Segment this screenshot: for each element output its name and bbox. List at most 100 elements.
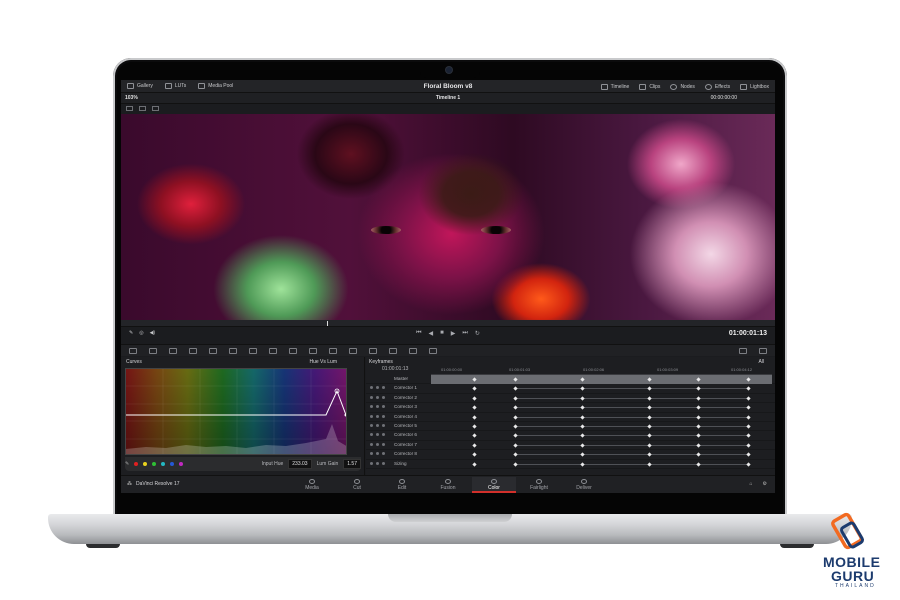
row-toggle-icon[interactable]	[370, 405, 373, 409]
row-toggle-icon[interactable]	[376, 433, 379, 437]
keyframe-row[interactable]: Corrector 7	[366, 441, 775, 451]
keyframe-marker[interactable]	[513, 452, 518, 457]
keyframe-marker[interactable]	[472, 405, 477, 410]
keyframe-track[interactable]	[431, 460, 772, 469]
keyframe-marker[interactable]	[696, 386, 701, 392]
swatch-magenta[interactable]	[179, 462, 184, 466]
settings-gear-icon[interactable]: ⚙	[763, 481, 767, 487]
row-toggle-icon[interactable]	[370, 461, 373, 465]
row-controls[interactable]	[370, 386, 385, 390]
keyframe-marker[interactable]	[647, 443, 652, 448]
keyframe-marker[interactable]	[647, 414, 652, 420]
keyframe-marker[interactable]	[647, 452, 652, 457]
row-toggle-icon[interactable]	[376, 414, 379, 418]
keyframe-marker[interactable]	[696, 452, 701, 457]
tab-edit[interactable]: Edit	[380, 477, 424, 493]
keyframe-marker[interactable]	[513, 377, 518, 382]
keyframe-row-master[interactable]: Master	[366, 375, 775, 385]
keyframe-marker[interactable]	[746, 452, 751, 457]
row-controls[interactable]	[370, 452, 385, 456]
row-toggle-icon[interactable]	[370, 423, 373, 427]
keyframe-marker[interactable]	[580, 386, 585, 392]
scrubber-playhead[interactable]	[327, 321, 328, 326]
toolbar-luts-button[interactable]: LUTs	[164, 83, 186, 89]
color-wheels-icon[interactable]	[169, 347, 177, 354]
swatch-yellow[interactable]	[143, 462, 148, 466]
keyframe-track[interactable]	[431, 403, 772, 412]
keyframe-marker[interactable]	[580, 433, 585, 438]
keyframe-track[interactable]	[431, 384, 772, 393]
row-controls[interactable]	[370, 433, 385, 437]
keyframe-marker[interactable]	[696, 377, 701, 382]
layout-icon[interactable]	[126, 106, 133, 111]
curve-mode-dropdown[interactable]: Hue Vs Lum	[309, 359, 337, 365]
loop-icon[interactable]: ↻	[475, 330, 480, 337]
row-toggle-icon[interactable]	[382, 442, 385, 446]
motion-effects-icon[interactable]	[229, 347, 237, 354]
keyframe-marker[interactable]	[696, 433, 701, 438]
tab-media[interactable]: Media	[290, 477, 334, 493]
hdr-icon[interactable]	[189, 347, 197, 354]
keyframe-marker[interactable]	[696, 461, 701, 467]
row-toggle-icon[interactable]	[382, 461, 385, 465]
play-icon[interactable]: ▶	[451, 330, 456, 337]
keyframe-marker[interactable]	[580, 452, 585, 457]
tab-fusion[interactable]: Fusion	[426, 477, 470, 493]
row-controls[interactable]	[370, 423, 385, 427]
row-toggle-icon[interactable]	[376, 405, 379, 409]
input-hue-field[interactable]: 233.03	[288, 459, 312, 469]
3d-icon[interactable]	[429, 347, 437, 354]
keyframe-marker[interactable]	[472, 414, 477, 420]
keyframe-marker[interactable]	[746, 386, 751, 392]
keyframe-marker[interactable]	[647, 396, 652, 401]
keyframe-marker[interactable]	[746, 461, 751, 467]
window-icon[interactable]	[309, 347, 317, 354]
keyframe-track[interactable]	[431, 413, 772, 422]
split-icon[interactable]	[139, 106, 146, 111]
keyframe-marker[interactable]	[472, 452, 477, 457]
video-viewer[interactable]	[121, 114, 775, 320]
swatch-red[interactable]	[134, 462, 139, 466]
keyframe-marker[interactable]	[696, 443, 701, 448]
keyframe-row[interactable]: Corrector 8	[366, 450, 775, 460]
toolbar-clips-button[interactable]: Clips	[639, 83, 660, 90]
info-icon[interactable]	[759, 347, 767, 354]
toolbar-lightbox-button[interactable]: Lightbox	[740, 83, 769, 90]
row-toggle-icon[interactable]	[382, 386, 385, 390]
eyedropper-icon[interactable]: ✎	[125, 461, 129, 467]
blur-icon[interactable]	[369, 347, 377, 354]
keyframe-track[interactable]	[431, 431, 772, 440]
scrubber[interactable]	[121, 320, 775, 327]
keyframe-row[interactable]: Corrector 1	[366, 384, 775, 394]
keyframe-marker[interactable]	[647, 405, 652, 410]
tab-color[interactable]: Color	[472, 477, 516, 493]
row-toggle-icon[interactable]	[376, 386, 379, 390]
row-controls[interactable]	[370, 414, 385, 418]
hue-vs-lum-graph[interactable]	[125, 368, 347, 455]
keyframe-marker[interactable]	[580, 443, 585, 448]
keyframe-marker[interactable]	[472, 433, 477, 438]
toolbar-media-pool-button[interactable]: Media Pool	[198, 83, 233, 89]
keyframe-marker[interactable]	[647, 433, 652, 438]
row-toggle-icon[interactable]	[370, 414, 373, 418]
keyframe-marker[interactable]	[647, 461, 652, 467]
keyframe-marker[interactable]	[696, 396, 701, 401]
keyframe-track[interactable]	[431, 450, 772, 459]
sizing-icon[interactable]	[409, 347, 417, 354]
tab-fairlight[interactable]: Fairlight	[517, 477, 561, 493]
row-toggle-icon[interactable]	[382, 395, 385, 399]
tab-deliver[interactable]: Deliver	[562, 477, 606, 493]
camera-raw-icon[interactable]	[129, 347, 137, 354]
keyframe-marker[interactable]	[472, 386, 477, 392]
magic-mask-icon[interactable]	[349, 347, 357, 354]
keyframe-marker[interactable]	[513, 433, 518, 438]
keyframe-row[interactable]: Corrector 5	[366, 422, 775, 432]
keyframe-track[interactable]	[431, 422, 772, 431]
keyframe-row[interactable]: Corrector 4	[366, 413, 775, 422]
keyframe-marker[interactable]	[580, 405, 585, 410]
keyframe-row[interactable]: Corrector 6	[366, 431, 775, 441]
keyframe-marker[interactable]	[472, 377, 477, 382]
keyframe-marker[interactable]	[746, 433, 751, 438]
row-toggle-icon[interactable]	[382, 433, 385, 437]
keyframe-marker[interactable]	[513, 414, 518, 420]
